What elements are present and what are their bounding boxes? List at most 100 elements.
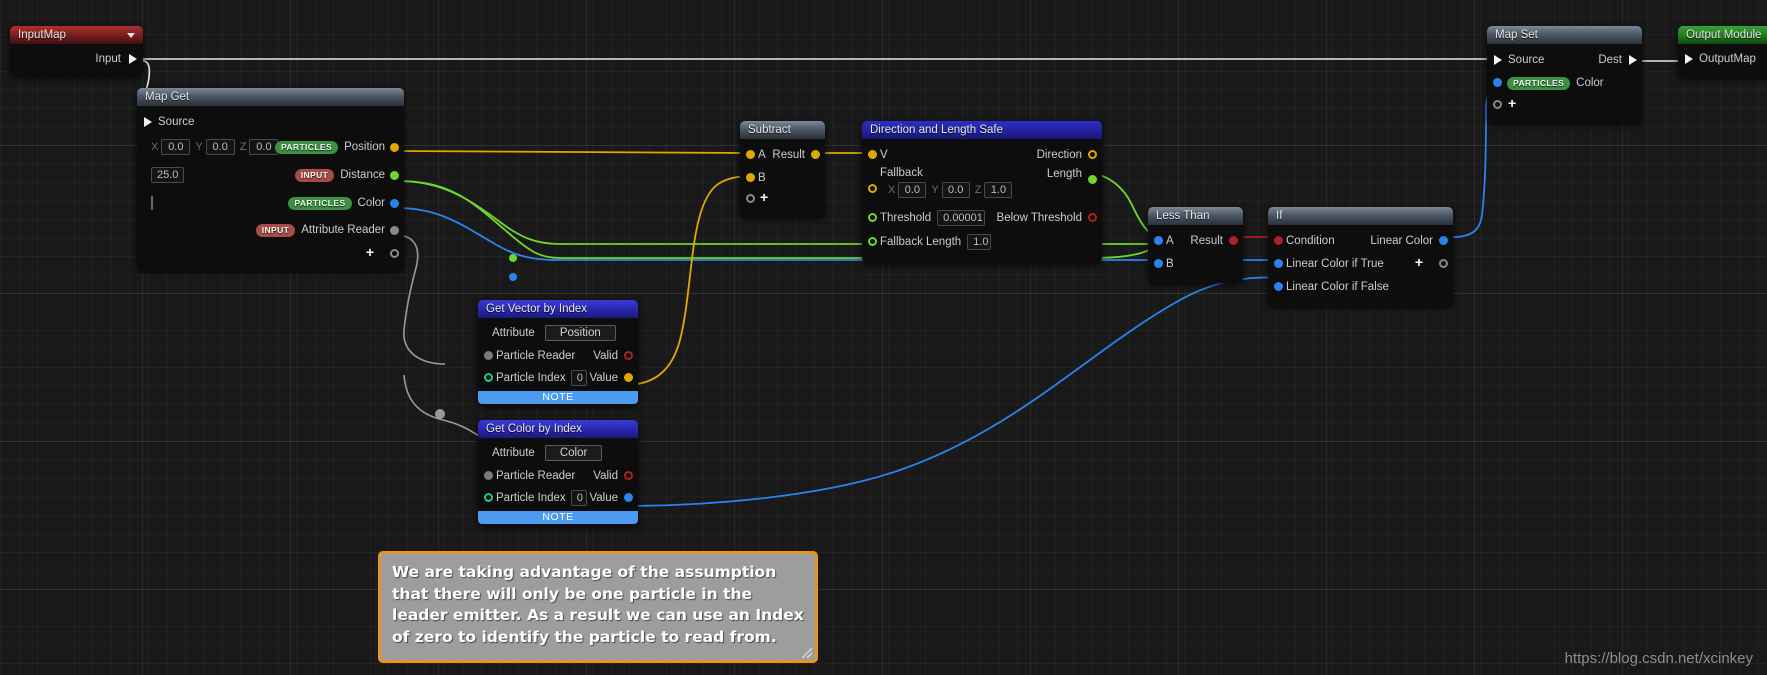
input-pin-v[interactable]	[868, 150, 877, 159]
input-pin-b[interactable]	[746, 173, 755, 182]
pin-row-threshold[interactable]: Threshold 0.00001 Below Threshold	[862, 206, 1102, 230]
pin-row-color[interactable]: PARTICLES Color	[1487, 71, 1642, 95]
node-input-map[interactable]: InputMap Input	[10, 26, 143, 76]
input-pin-color[interactable]	[1493, 78, 1502, 87]
particle-index-field[interactable]: 0	[570, 370, 587, 386]
add-pin-icon[interactable]: +	[1415, 255, 1423, 269]
add-pin-socket[interactable]	[1493, 100, 1502, 109]
note-bar[interactable]: NOTE	[478, 511, 638, 524]
output-pin-below-threshold[interactable]	[1088, 213, 1097, 222]
output-pin-result[interactable]	[811, 150, 820, 159]
node-get-vector-by-index[interactable]: Get Vector by Index Attribute Position P…	[478, 300, 638, 406]
pin-row-condition[interactable]: Condition Linear Color	[1268, 229, 1453, 252]
exec-pin-dest[interactable]	[1629, 55, 1637, 65]
input-pin-fallback-length[interactable]	[868, 237, 877, 246]
output-pin-value[interactable]	[624, 373, 633, 382]
input-pin-b[interactable]	[1154, 259, 1163, 268]
input-pin-condition[interactable]	[1274, 236, 1283, 245]
note-bar[interactable]: NOTE	[478, 391, 638, 404]
pin-row-v[interactable]: V Direction	[862, 143, 1102, 166]
output-pin-linear-color[interactable]	[1439, 236, 1448, 245]
pin-row-distance[interactable]: 25.0 INPUT Distance	[137, 161, 404, 189]
fallback-z-field[interactable]: 1.0	[984, 182, 1013, 198]
attribute-value-field[interactable]: Color	[544, 445, 603, 461]
output-pin-position[interactable]	[390, 143, 399, 152]
add-pin-socket[interactable]	[390, 249, 399, 258]
pin-row-particle-reader[interactable]: Particle Reader Valid	[478, 345, 638, 367]
pin-row-add[interactable]: +	[740, 189, 825, 209]
node-get-color-by-index[interactable]: Get Color by Index Attribute Color Parti…	[478, 420, 638, 526]
particle-index-field[interactable]: 0	[570, 490, 587, 506]
position-x-field[interactable]: 0.0	[161, 139, 191, 155]
comment-box[interactable]: We are taking advantage of the assumptio…	[378, 551, 818, 663]
fallback-y-field[interactable]: 0.0	[941, 182, 970, 198]
exec-pin-output-map[interactable]	[1685, 54, 1693, 64]
fallback-length-field[interactable]: 1.0	[967, 234, 992, 250]
resize-grip-icon[interactable]	[802, 648, 812, 658]
pin-row-b[interactable]: B	[740, 166, 825, 189]
output-pin-attribute-reader[interactable]	[390, 226, 399, 235]
attribute-row[interactable]: Attribute Color	[478, 441, 638, 465]
pin-row-add[interactable]: +	[137, 243, 404, 263]
input-pin-fallback[interactable]	[868, 184, 877, 193]
pin-row-linear-color-if-false[interactable]: Linear Color if False	[1268, 275, 1453, 298]
input-pin-particle-index[interactable]	[484, 493, 493, 502]
pin-row-output-map[interactable]: OutputMap	[1678, 47, 1767, 70]
pin-row-fallback[interactable]: Fallback X 0.0 Y 0.0 Z 1.0 Length	[862, 166, 1102, 206]
pin-row-color[interactable]: PARTICLES Color	[137, 189, 404, 217]
node-if[interactable]: If Condition Linear Color Linear Color i…	[1268, 207, 1453, 306]
add-pin-socket[interactable]	[1439, 259, 1448, 268]
input-pin-particle-reader[interactable]	[484, 471, 493, 480]
node-map-get[interactable]: Map Get Source X 0.0 Y 0.0 Z 0.0 PARTICL…	[137, 88, 404, 271]
add-pin-socket[interactable]	[746, 194, 755, 203]
pin-row-position[interactable]: X 0.0 Y 0.0 Z 0.0 PARTICLES Position	[137, 133, 404, 161]
exec-pin-source[interactable]	[144, 117, 152, 127]
position-y-field[interactable]: 0.0	[205, 139, 235, 155]
attribute-row[interactable]: Attribute Position	[478, 321, 638, 345]
distance-field[interactable]: 25.0	[151, 167, 184, 183]
threshold-field[interactable]: 0.00001	[937, 210, 986, 226]
node-direction-and-length-safe[interactable]: Direction and Length Safe V Direction Fa…	[862, 121, 1102, 263]
add-pin-icon[interactable]: +	[1508, 96, 1516, 110]
node-less-than[interactable]: Less Than A Result B	[1148, 207, 1243, 283]
chevron-down-icon[interactable]	[127, 32, 135, 38]
pin-row-b[interactable]: B	[1148, 252, 1243, 275]
pin-row-particle-index[interactable]: Particle Index 0 Value	[478, 367, 638, 389]
niagara-node-graph[interactable]: InputMap Input Map Get Source X 0.0 Y 0.…	[0, 0, 1767, 675]
output-pin-result[interactable]	[1229, 236, 1238, 245]
input-pin-threshold[interactable]	[868, 213, 877, 222]
output-pin-valid[interactable]	[624, 471, 633, 480]
input-pin-particle-index[interactable]	[484, 373, 493, 382]
fallback-x-field[interactable]: 0.0	[898, 182, 927, 198]
pin-row-linear-color-if-true[interactable]: Linear Color if True +	[1268, 252, 1453, 275]
pin-row-particle-reader[interactable]: Particle Reader Valid	[478, 465, 638, 487]
pin-row-source[interactable]: Source Dest	[1487, 48, 1642, 71]
pin-row-input[interactable]: Input	[10, 47, 143, 70]
pin-row-a[interactable]: A Result	[1148, 229, 1243, 252]
color-swatch[interactable]	[151, 196, 153, 210]
pin-row-source[interactable]: Source	[137, 110, 404, 133]
output-pin-distance[interactable]	[390, 171, 399, 180]
pin-row-a[interactable]: A Result	[740, 143, 825, 166]
input-pin-particle-reader[interactable]	[484, 351, 493, 360]
add-pin-icon[interactable]: +	[760, 190, 768, 204]
pin-row-fallback-length[interactable]: Fallback Length 1.0	[862, 230, 1102, 254]
pin-row-particle-index[interactable]: Particle Index 0 Value	[478, 487, 638, 509]
pin-row-attribute-reader[interactable]: INPUT Attribute Reader	[137, 217, 404, 243]
output-pin-color[interactable]	[390, 199, 399, 208]
exec-pin-source[interactable]	[1494, 55, 1502, 65]
output-pin-length[interactable]	[1088, 175, 1097, 184]
node-map-set[interactable]: Map Set Source Dest PARTICLES Color +	[1487, 26, 1642, 123]
input-pin-linear-color-if-false[interactable]	[1274, 282, 1283, 291]
output-pin-valid[interactable]	[624, 351, 633, 360]
node-subtract[interactable]: Subtract A Result B +	[740, 121, 825, 217]
output-pin-direction[interactable]	[1088, 150, 1097, 159]
input-pin-a[interactable]	[1154, 236, 1163, 245]
pin-row-add[interactable]: +	[1487, 95, 1642, 115]
input-pin-linear-color-if-true[interactable]	[1274, 259, 1283, 268]
exec-pin-output[interactable]	[129, 54, 137, 64]
node-output-module[interactable]: Output Module OutputMap	[1678, 26, 1767, 77]
output-pin-value[interactable]	[624, 493, 633, 502]
attribute-value-field[interactable]: Position	[544, 325, 616, 341]
input-pin-a[interactable]	[746, 150, 755, 159]
